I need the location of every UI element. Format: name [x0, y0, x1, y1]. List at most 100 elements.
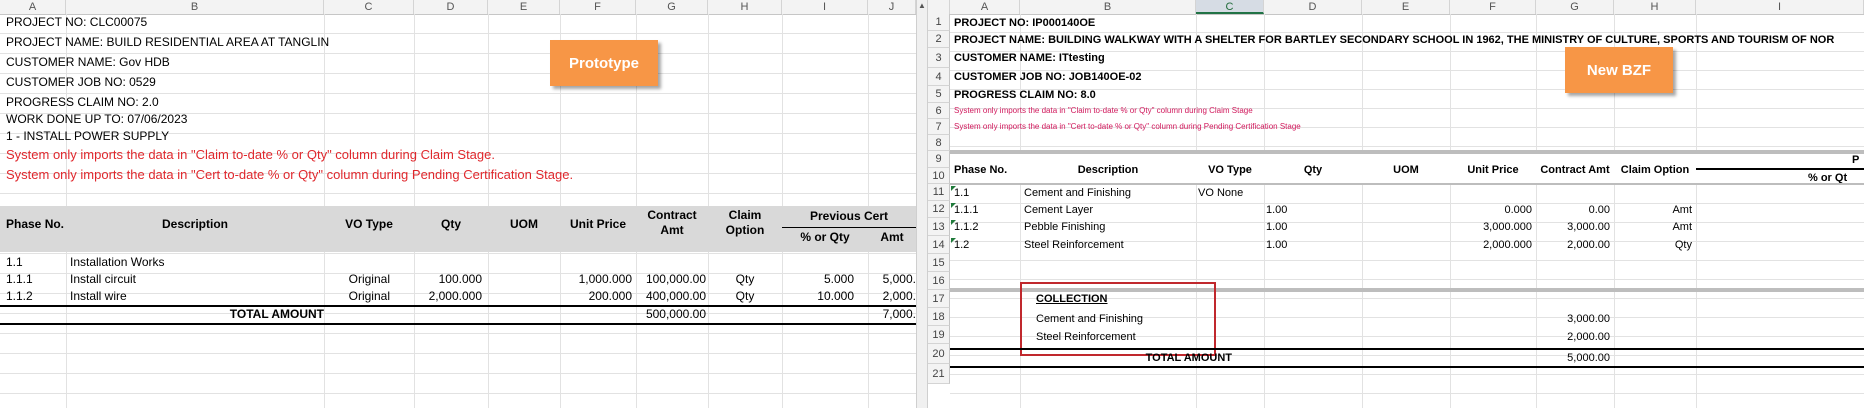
- cell-claim: Qty: [735, 272, 755, 286]
- cell-vo: Original: [348, 289, 390, 303]
- collection-amount: 3,000.00: [1567, 313, 1610, 325]
- left-hdr-pct: % or Qty: [800, 230, 850, 244]
- left-hdr-prev-cert: Previous Cert: [809, 209, 889, 223]
- right-note-cert: System only imports the data in "Cert to…: [954, 122, 1301, 131]
- right-hdr-phase: Phase No.: [954, 164, 1008, 176]
- row-number[interactable]: 7: [928, 119, 950, 135]
- cell-pct: 10.000: [817, 289, 854, 303]
- cell-desc: Installation Works: [70, 255, 165, 269]
- right-customer-name: CUSTOMER NAME: ITtesting: [954, 52, 1105, 64]
- right-col-g[interactable]: G: [1536, 0, 1614, 14]
- right-hdr-desc: Description: [1077, 164, 1139, 176]
- row-number[interactable]: 17: [928, 290, 950, 308]
- row-number[interactable]: 19: [928, 326, 950, 344]
- cell-contract: 2,000.00: [1567, 239, 1610, 251]
- row-number[interactable]: 21: [928, 364, 950, 384]
- row-number[interactable]: 11: [928, 184, 950, 201]
- left-col-c[interactable]: C: [324, 0, 414, 14]
- cell-price: 200.000: [588, 289, 632, 303]
- left-spreadsheet-pane[interactable]: A B C D E F G H I J PROJECT NO: CLC00075…: [0, 0, 916, 408]
- left-total-amt: 7,000.: [882, 307, 916, 321]
- left-col-h[interactable]: H: [708, 0, 782, 14]
- right-col-e[interactable]: E: [1362, 0, 1450, 14]
- cell-phase: 1.1: [6, 255, 23, 269]
- cell-desc: Install circuit: [70, 272, 137, 286]
- left-vertical-scrollbar[interactable]: ▲: [916, 0, 928, 408]
- left-customer-name: CUSTOMER NAME: Gov HDB: [6, 55, 170, 69]
- left-hdr-qty: Qty: [440, 217, 461, 231]
- left-col-d[interactable]: D: [414, 0, 488, 14]
- row-number[interactable]: 5: [928, 86, 950, 103]
- cell-amt: 5,000.: [882, 272, 916, 286]
- row-number[interactable]: 18: [928, 308, 950, 326]
- row-number[interactable]: 10: [928, 168, 950, 184]
- left-hdr-price: Unit Price: [569, 217, 626, 231]
- right-col-c[interactable]: C: [1196, 0, 1264, 14]
- row-number[interactable]: 14: [928, 236, 950, 254]
- cell-phase: 1.1.1: [954, 204, 979, 216]
- cell-phase: 1.1: [954, 187, 970, 199]
- new-bzf-label-box: New BZF: [1565, 47, 1673, 93]
- right-col-h[interactable]: H: [1614, 0, 1696, 14]
- left-col-e[interactable]: E: [488, 0, 560, 14]
- left-project-no: PROJECT NO: CLC00075: [6, 15, 148, 29]
- cell-claim: Amt: [1672, 221, 1692, 233]
- right-hdr-prev-cut: P: [1852, 154, 1860, 166]
- right-hdr-qty: Qty: [1303, 164, 1323, 176]
- scroll-up-icon[interactable]: ▲: [917, 0, 927, 12]
- row-number[interactable]: 15: [928, 254, 950, 272]
- row-number[interactable]: 1: [928, 14, 950, 31]
- right-col-f[interactable]: F: [1450, 0, 1536, 14]
- right-hdr-vo: VO Type: [1208, 164, 1252, 176]
- left-hdr-amt: Amt: [880, 230, 904, 244]
- row-number[interactable]: 20: [928, 344, 950, 364]
- left-col-b[interactable]: B: [66, 0, 324, 14]
- cell-desc: Steel Reinforcement: [1024, 239, 1124, 251]
- cell-qty: 1.00: [1266, 239, 1288, 251]
- left-column-header: A B C D E F G H I J: [0, 0, 916, 15]
- cell-price: 1,000.000: [578, 272, 632, 286]
- right-total-label: TOTAL AMOUNT: [1145, 352, 1232, 364]
- cell-contract: 400,000.00: [645, 289, 706, 303]
- right-col-d[interactable]: D: [1264, 0, 1362, 14]
- left-section-title: 1 - INSTALL POWER SUPPLY: [6, 129, 170, 143]
- right-col-a[interactable]: A: [950, 0, 1020, 14]
- right-progress-claim-no: PROGRESS CLAIM NO: 8.0: [954, 89, 1096, 101]
- cell-contract: 3,000.00: [1567, 221, 1610, 233]
- left-note-cert: System only imports the data in "Cert to…: [6, 167, 574, 182]
- right-col-b[interactable]: B: [1020, 0, 1196, 14]
- row-number[interactable]: 3: [928, 48, 950, 68]
- right-hdr-uom: UOM: [1393, 164, 1419, 176]
- row-number[interactable]: 6: [928, 103, 950, 119]
- row-number[interactable]: 8: [928, 135, 950, 151]
- cell-desc: Cement Layer: [1024, 204, 1094, 216]
- cell-qty: 1.00: [1266, 221, 1288, 233]
- left-col-g[interactable]: G: [636, 0, 708, 14]
- left-hdr-contract: Contract Amt: [647, 208, 697, 237]
- right-project-no: PROJECT NO: IP000140OE: [954, 17, 1096, 29]
- cell-price: 0.000: [1504, 204, 1532, 216]
- left-col-i[interactable]: I: [782, 0, 868, 14]
- cell-phase: 1.1.1: [6, 272, 33, 286]
- cell-desc: Pebble Finishing: [1024, 221, 1106, 233]
- row-number[interactable]: 16: [928, 272, 950, 290]
- row-number[interactable]: 2: [928, 31, 950, 48]
- left-col-j[interactable]: J: [868, 0, 916, 14]
- right-total-contract: 5,000.00: [1567, 352, 1610, 364]
- right-col-i[interactable]: I: [1696, 0, 1864, 14]
- row-number[interactable]: 9: [928, 151, 950, 168]
- row-number[interactable]: 12: [928, 201, 950, 218]
- right-hdr-claim: Claim Option: [1620, 164, 1690, 176]
- cell-vo: VO None: [1198, 187, 1244, 199]
- cell-claim: Qty: [735, 289, 755, 303]
- cell-claim: Qty: [1674, 239, 1692, 251]
- left-note-claim: System only imports the data in "Claim t…: [6, 147, 495, 162]
- row-number[interactable]: 4: [928, 68, 950, 86]
- left-total-contract: 500,000.00: [645, 307, 706, 321]
- left-col-a[interactable]: A: [0, 0, 66, 14]
- right-spreadsheet-pane[interactable]: A B C D E F G H I 1 2 3 4 5 6 7 8 9 10 1…: [928, 0, 1864, 408]
- row-number[interactable]: 13: [928, 218, 950, 236]
- cell-price: 3,000.000: [1483, 221, 1532, 233]
- cell-contract: 0.00: [1588, 204, 1610, 216]
- left-col-f[interactable]: F: [560, 0, 636, 14]
